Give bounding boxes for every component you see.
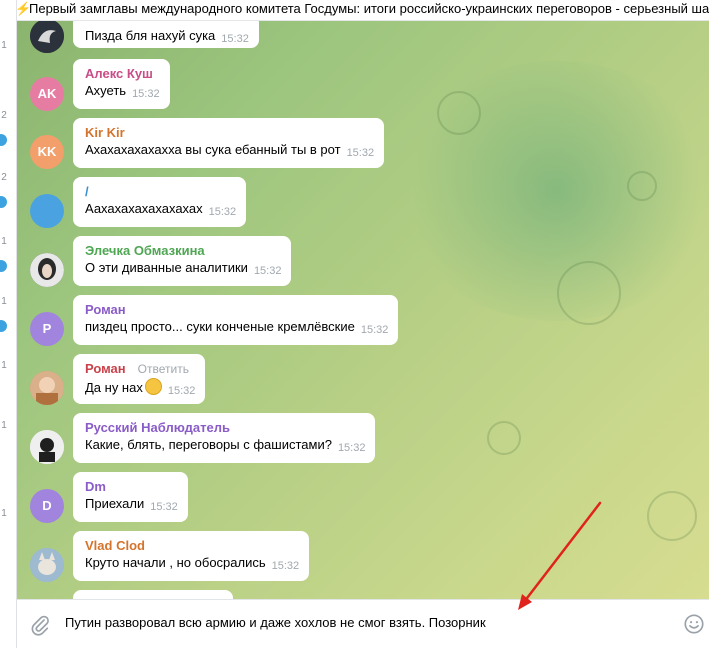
message-bubble[interactable]: Элечка Обмазкина О эти диванные аналитик…	[73, 236, 292, 286]
unread-count: 1	[1, 420, 7, 431]
avatar-image	[30, 21, 64, 53]
message-text: Ахахахахахахха вы сука ебанный ты в рот	[85, 142, 341, 157]
sender-name[interactable]: Роман Ответить	[85, 360, 195, 378]
sender-name[interactable]: Роман	[85, 301, 388, 318]
wallpaper-doodle	[557, 261, 621, 325]
slightly-smiling-face-icon	[144, 378, 162, 395]
pinned-message-text: Первый замглавы международного комитета …	[29, 1, 709, 16]
unread-count: 1	[1, 360, 7, 371]
wallpaper-doodle	[437, 91, 481, 135]
message-text: Какие, блять, переговоры с фашистами?	[85, 437, 332, 452]
message-bubble[interactable]	[73, 590, 233, 599]
wallpaper-doodle	[647, 491, 697, 541]
message-time: 15:32	[208, 206, 237, 218]
message-time: 15:32	[150, 501, 178, 513]
message-time: 15:32	[132, 88, 160, 100]
paperclip-icon[interactable]	[29, 614, 51, 636]
message-text: пиздец просто... суки конченые кремлёвск…	[85, 319, 355, 334]
message-text: Да ну нах	[85, 380, 143, 395]
message-time: 15:32	[221, 33, 249, 45]
message-text: Приехали	[85, 496, 145, 511]
reply-button[interactable]: Ответить	[138, 362, 189, 376]
message-time: 15:32	[360, 324, 389, 336]
message-bubble[interactable]: Роман пиздец просто... суки конченые кре…	[73, 295, 399, 345]
message-time: 15:32	[346, 147, 375, 159]
unread-dot	[0, 320, 7, 332]
unread-count: 1	[1, 40, 7, 51]
wallpaper-doodle	[627, 171, 657, 201]
message-bubble[interactable]: Dm Приехали 15:32	[73, 472, 188, 522]
message-text: Ахуеть	[85, 83, 127, 98]
sender-name[interactable]: Алекс Куш	[85, 65, 160, 82]
avatar-image	[30, 430, 64, 464]
avatar[interactable]: P	[30, 312, 64, 346]
message-text: Круто начали , но обосрались	[85, 555, 266, 570]
avatar[interactable]	[30, 253, 64, 287]
message-input[interactable]: Путин разворовал всю армию и даже хохлов…	[65, 615, 486, 630]
avatar[interactable]	[30, 548, 64, 582]
message-text: Аахахахахахахахах	[85, 201, 203, 216]
message-text: О эти диванные аналитики	[85, 260, 248, 275]
avatar[interactable]	[30, 371, 64, 405]
avatar-image	[30, 253, 64, 287]
chat-history[interactable]: Пизда бля нахуй сука 15:32 AK Алекс Куш А…	[17, 21, 709, 599]
unread-dot	[0, 196, 7, 208]
message-bubble[interactable]: Пизда бля нахуй сука 15:32	[73, 21, 259, 48]
avatar[interactable]: D	[30, 489, 64, 523]
smile-icon[interactable]	[683, 613, 705, 635]
sender-name[interactable]: Элечка Обмазкина	[85, 242, 281, 259]
message-bubble[interactable]: / Аахахахахахахахах 15:32	[73, 177, 247, 227]
avatar[interactable]	[30, 194, 64, 228]
avatar[interactable]	[30, 430, 64, 464]
unread-count: 2	[1, 110, 7, 121]
avatar-image	[30, 371, 64, 405]
unread-count: 1	[1, 296, 7, 307]
unread-count: 2	[1, 172, 7, 183]
message-bubble[interactable]: Алекс Куш Ахуеть 15:32	[73, 59, 170, 109]
message-bubble[interactable]: Роман Ответить Да ну нах 15:32	[73, 354, 206, 404]
unread-count: 1	[1, 236, 7, 247]
avatar-image	[30, 548, 64, 582]
sender-name[interactable]: Русский Наблюдатель	[85, 419, 365, 436]
message-time: 15:32	[167, 385, 196, 397]
message-composer[interactable]: Путин разворовал всю армию и даже хохлов…	[17, 599, 709, 649]
avatar[interactable]: AK	[30, 77, 64, 111]
unread-dot	[0, 134, 7, 146]
wallpaper-doodle	[487, 421, 521, 455]
lightning-icon: ⚡	[17, 0, 31, 18]
sender-name[interactable]: Vlad Clod	[85, 537, 299, 554]
pinned-message-bar[interactable]: ⚡Первый замглавы международного комитета…	[17, 0, 709, 21]
unread-dot	[0, 260, 7, 272]
unread-count: 1	[1, 508, 7, 519]
avatar[interactable]	[30, 21, 64, 53]
sender-name[interactable]: /	[85, 183, 236, 200]
sender-name[interactable]: Dm	[85, 478, 178, 495]
sender-name[interactable]: Kir Kir	[85, 124, 374, 141]
message-time: 15:32	[337, 442, 366, 454]
sender-name-text: Роман	[85, 361, 126, 376]
message-bubble[interactable]: Vlad Clod Круто начали , но обосрались 15…	[73, 531, 310, 581]
message-text: Пизда бля нахуй сука	[85, 28, 216, 43]
message-bubble[interactable]: Kir Kir Ахахахахахахха вы сука ебанный т…	[73, 118, 385, 168]
chat-list-edge: 1 2 2 1 1 1 1 1	[0, 0, 17, 648]
message-time: 15:32	[271, 560, 300, 572]
message-bubble[interactable]: Русский Наблюдатель Какие, блять, перего…	[73, 413, 376, 463]
avatar[interactable]: KK	[30, 135, 64, 169]
message-time: 15:32	[253, 265, 282, 277]
